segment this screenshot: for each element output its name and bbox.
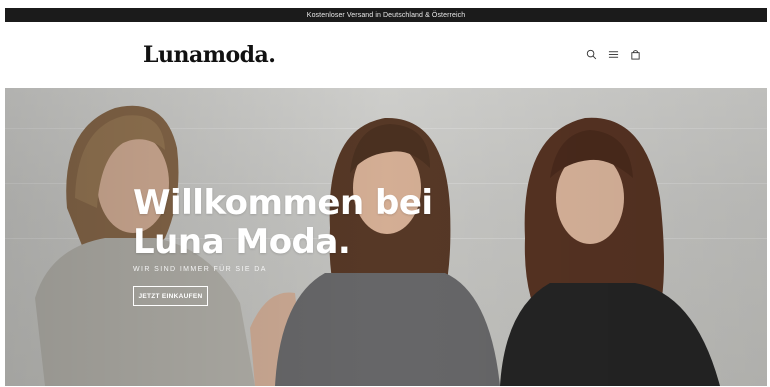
header-icons	[585, 48, 641, 60]
menu-icon[interactable]	[607, 48, 619, 60]
hero-title-line-2: Luna Moda.	[133, 222, 351, 262]
announcement-text: Kostenloser Versand in Deutschland & Öst…	[306, 11, 466, 19]
hero-title: Willkommen bei Luna Moda.	[133, 184, 433, 262]
site-header: Lunamoda.	[5, 22, 767, 88]
search-icon[interactable]	[585, 48, 597, 60]
hero-banner: Willkommen bei Luna Moda. WIR SIND IMMER…	[5, 88, 767, 386]
page: Kostenloser Versand in Deutschland & Öst…	[5, 8, 767, 386]
site-logo[interactable]: Lunamoda.	[143, 42, 276, 68]
bag-icon[interactable]	[629, 48, 641, 60]
announcement-bar: Kostenloser Versand in Deutschland & Öst…	[5, 8, 767, 22]
hero-title-line-1: Willkommen bei	[133, 183, 433, 223]
shop-now-button[interactable]: JETZT EINKAUFEN	[133, 286, 208, 306]
hero-subtitle: WIR SIND IMMER FÜR SIE DA	[133, 266, 267, 273]
